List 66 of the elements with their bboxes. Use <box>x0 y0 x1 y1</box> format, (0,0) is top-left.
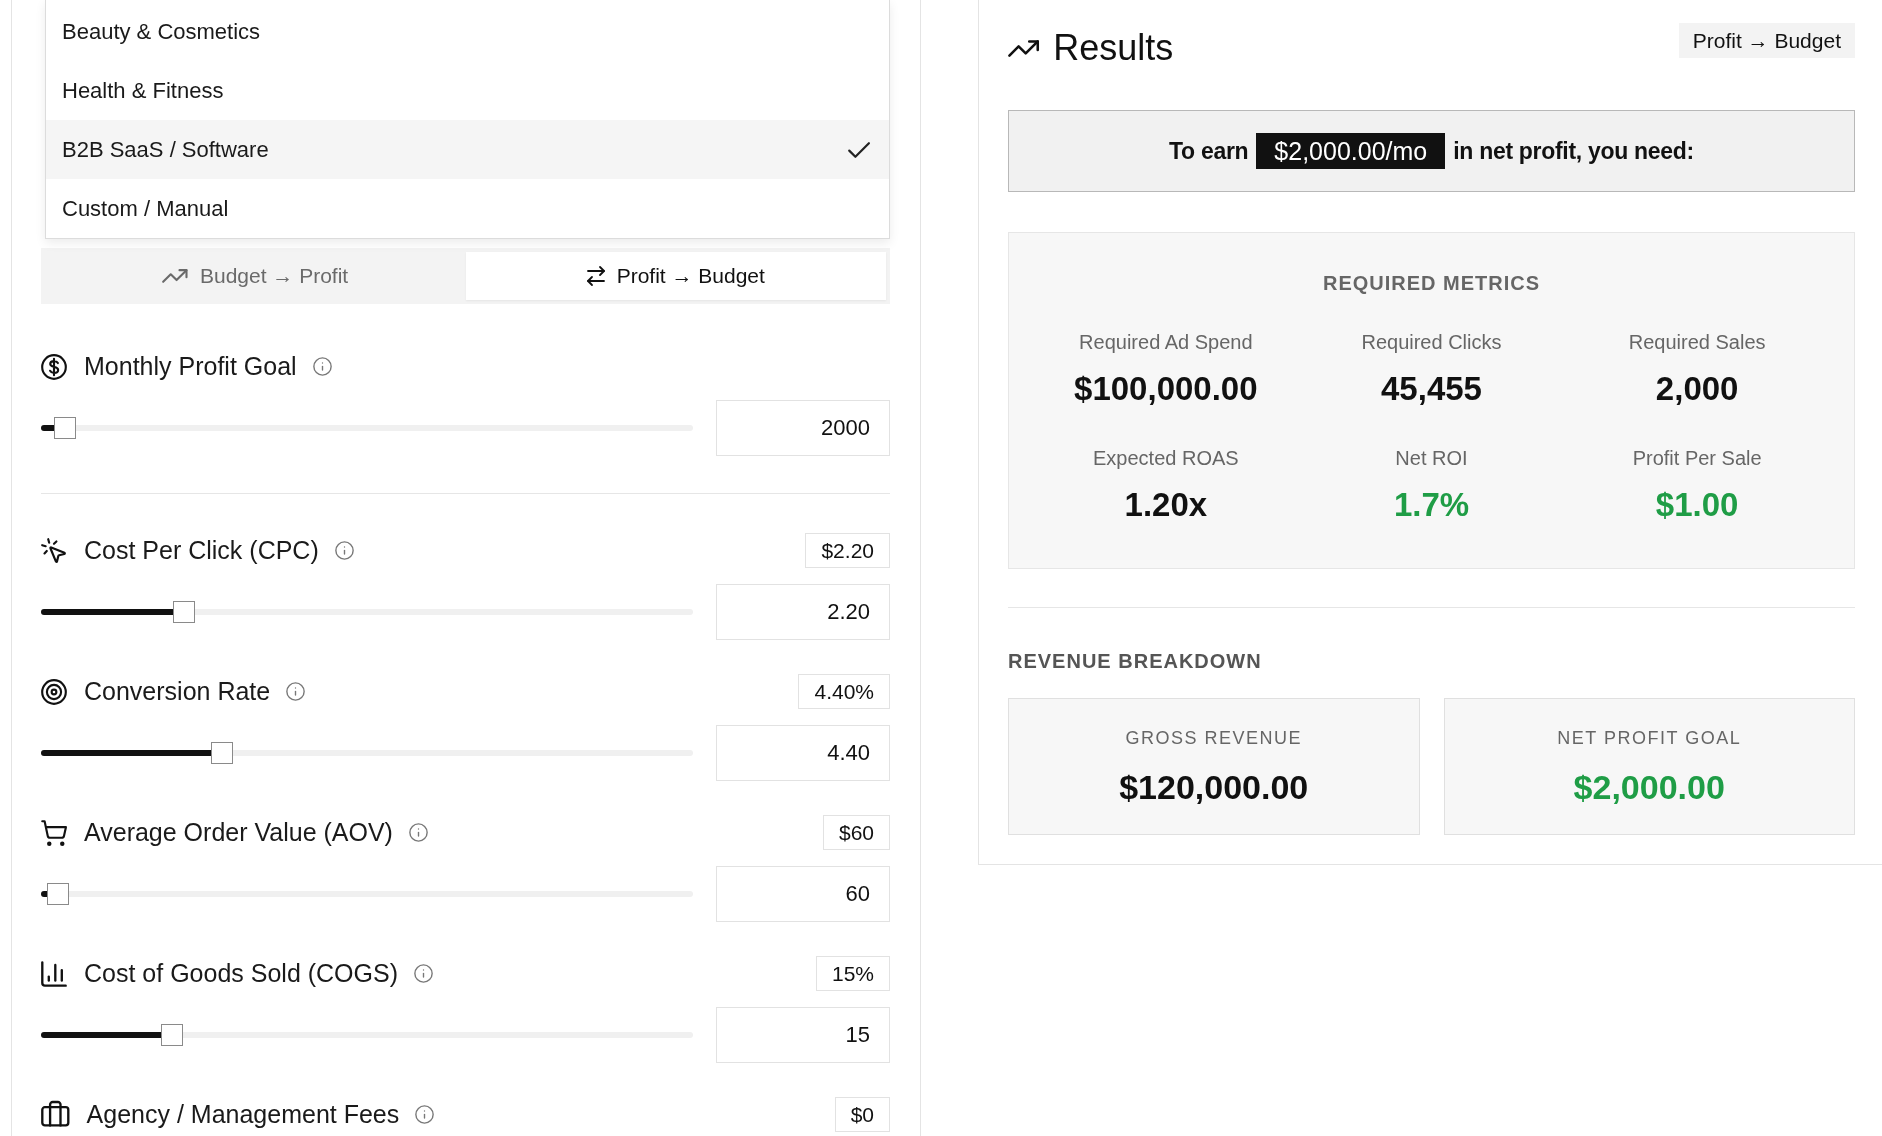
slider-thumb[interactable] <box>47 883 70 905</box>
number-field[interactable]: 2.20 <box>716 584 890 640</box>
metric-value: $100,000.00 <box>1074 370 1258 408</box>
info-icon[interactable] <box>415 1105 435 1124</box>
mode-tab[interactable]: Budget → Profit <box>45 252 466 300</box>
amount-highlight: $2,000.00/mo <box>1256 133 1446 169</box>
dollar-circle-icon <box>41 353 67 380</box>
trending-up-icon <box>162 269 188 283</box>
field-label: Conversion Rate <box>84 677 271 706</box>
value-badge: 4.40% <box>798 674 890 709</box>
revenue-value: $2,000.00 <box>1573 766 1725 807</box>
dropdown-option[interactable]: B2B SaaS / Software <box>46 120 889 179</box>
revenue-value: $120,000.00 <box>1119 766 1309 807</box>
field-label: Cost of Goods Sold (COGS) <box>84 959 398 988</box>
metric-label: Net ROI <box>1395 446 1468 470</box>
metric-value: 1.20x <box>1124 486 1208 524</box>
info-icon[interactable] <box>312 357 332 376</box>
slider-thumb[interactable] <box>211 742 234 764</box>
target-icon <box>41 678 67 705</box>
bar-chart-icon <box>41 960 67 987</box>
swap-arrows-icon <box>586 266 605 286</box>
field-label: Cost Per Click (CPC) <box>84 536 319 565</box>
cursor-click-icon <box>41 537 67 564</box>
dropdown-option[interactable]: Beauty & Cosmetics <box>46 2 889 61</box>
value-badge: $2.20 <box>805 533 890 568</box>
info-icon[interactable] <box>414 964 433 983</box>
metric-value: 2,000 <box>1655 370 1739 408</box>
metric-value: 45,455 <box>1381 370 1482 408</box>
summary-text: in net profit, you need: <box>1453 137 1694 165</box>
revenue-label: GROSS REVENUE <box>1125 726 1302 749</box>
metric-value: $1.00 <box>1655 486 1739 524</box>
section-heading: REQUIRED METRICS <box>1321 271 1542 295</box>
metric-label: Expected ROAS <box>1093 446 1239 470</box>
mode-tab[interactable]: Profit → Budget <box>465 252 886 300</box>
summary-text: To earn <box>1169 137 1249 165</box>
slider-thumb[interactable] <box>160 1024 183 1046</box>
metric-value: 1.7% <box>1393 486 1470 524</box>
section-heading: REVENUE BREAKDOWN <box>1008 649 1263 673</box>
metric-label: Required Clicks <box>1361 330 1502 354</box>
trending-up-icon <box>1008 39 1040 57</box>
revenue-label: NET PROFIT GOAL <box>1557 726 1742 749</box>
number-field[interactable]: 4.40 <box>716 725 890 781</box>
field-label: Monthly Profit Goal <box>84 352 297 381</box>
dropdown-option[interactable]: Health & Fitness <box>46 61 889 120</box>
number-field[interactable]: 60 <box>716 866 890 922</box>
field-label: Agency / Management Fees <box>86 1100 400 1129</box>
number-field[interactable]: 2000 <box>716 400 890 456</box>
metric-label: Required Ad Spend <box>1079 330 1253 354</box>
info-icon[interactable] <box>408 823 428 842</box>
info-icon[interactable] <box>334 541 354 560</box>
briefcase-icon <box>41 1101 70 1128</box>
metric-label: Required Sales <box>1628 330 1766 354</box>
value-badge: $60 <box>822 815 890 850</box>
metric-label: Profit Per Sale <box>1632 446 1762 470</box>
slider-thumb[interactable] <box>53 417 76 439</box>
field-label: Average Order Value (AOV) <box>84 818 393 847</box>
info-icon[interactable] <box>286 682 306 701</box>
results-title: Results <box>1053 27 1174 69</box>
slider-thumb[interactable] <box>173 601 196 623</box>
check-icon <box>847 141 870 158</box>
mode-badge: Profit → Budget <box>1678 23 1855 58</box>
value-badge: $0 <box>834 1097 890 1132</box>
value-badge: 15% <box>815 956 890 991</box>
dropdown-option[interactable]: Custom / Manual <box>46 179 889 238</box>
cart-icon <box>41 819 67 846</box>
number-field[interactable]: 15 <box>716 1007 890 1063</box>
